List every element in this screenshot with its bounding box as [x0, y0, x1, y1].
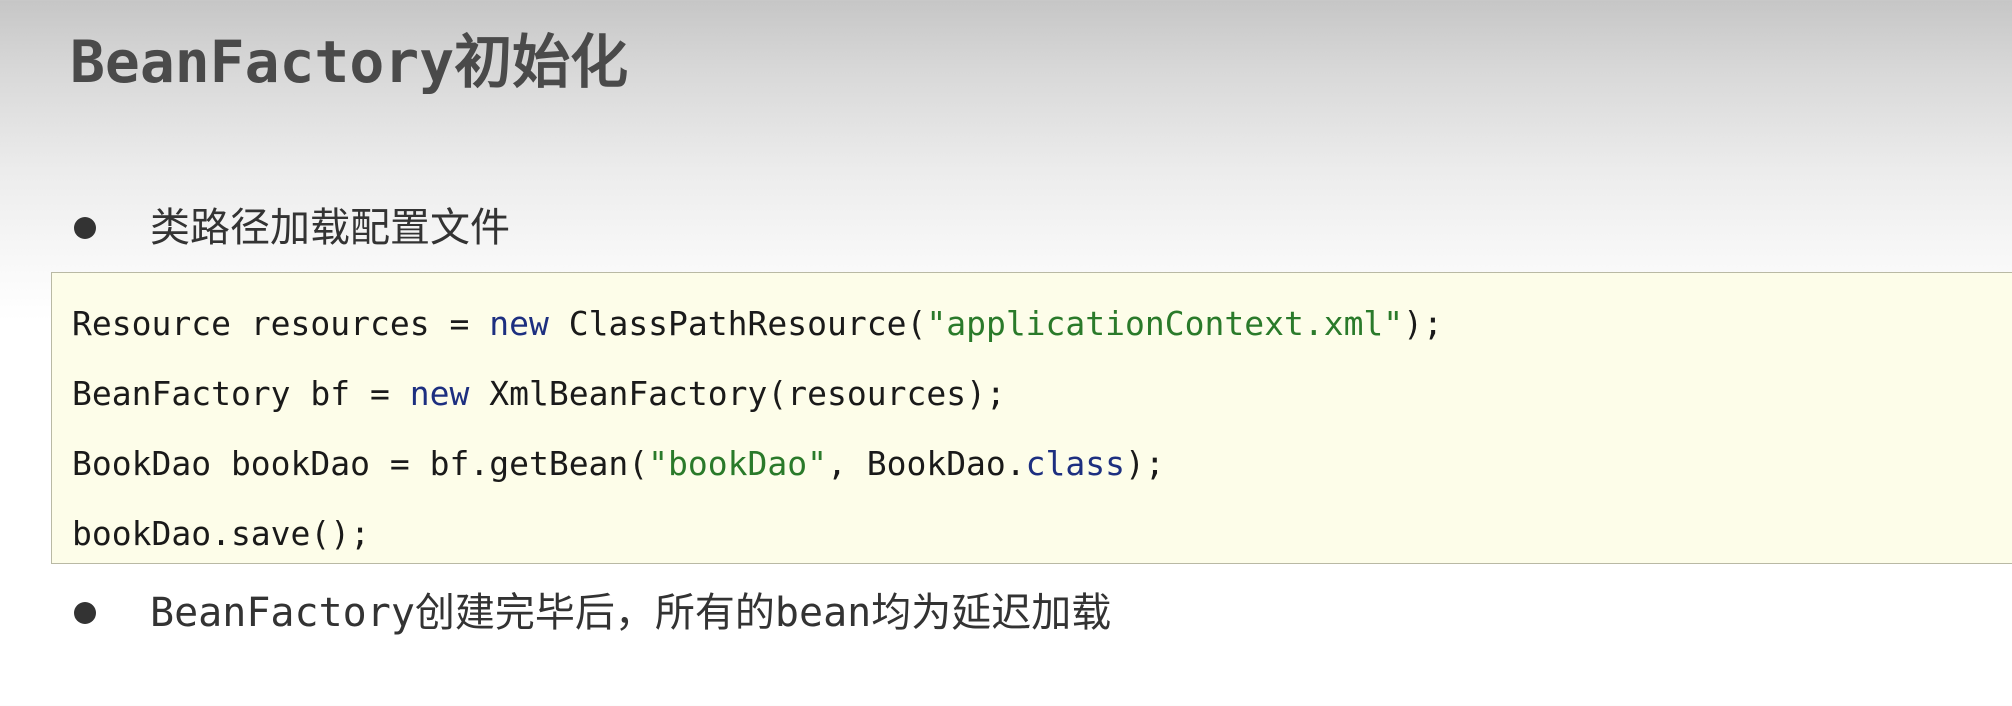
code-line-4: bookDao.save();	[72, 499, 2012, 569]
code-keyword-new: new	[409, 374, 470, 413]
code-token: BeanFactory bf =	[72, 374, 410, 413]
bullet-dot-icon	[74, 217, 96, 239]
code-string: "applicationContext.xml"	[926, 304, 1404, 343]
bullet-item-lazy-loading: BeanFactory创建完毕后，所有的bean均为延迟加载	[74, 583, 1111, 643]
code-block: Resource resources = new ClassPathResour…	[51, 272, 2012, 564]
code-line-1: Resource resources = new ClassPathResour…	[72, 289, 2012, 359]
code-token: BookDao bookDao = bf.getBean(	[72, 444, 649, 483]
code-token: , BookDao.	[826, 444, 1026, 483]
bullet-dot-icon	[74, 602, 96, 624]
bullet-text: 类路径加载配置文件	[150, 205, 510, 251]
code-token: );	[1403, 304, 1443, 343]
bullet-item-classpath: 类路径加载配置文件	[74, 198, 510, 258]
code-line-3: BookDao bookDao = bf.getBean("bookDao", …	[72, 429, 2012, 499]
code-token: );	[1125, 444, 1165, 483]
code-string: "bookDao"	[648, 444, 827, 483]
slide-title: BeanFactory初始化	[70, 28, 629, 96]
code-token: Resource resources =	[72, 304, 490, 343]
code-keyword-new: new	[489, 304, 549, 343]
code-keyword-class: class	[1025, 444, 1126, 483]
bullet-text: BeanFactory创建完毕后，所有的bean均为延迟加载	[150, 590, 1112, 636]
code-token: ClassPathResource(	[548, 304, 927, 343]
code-token: bookDao.save();	[72, 514, 371, 553]
code-token: XmlBeanFactory(resources);	[469, 374, 1006, 413]
code-line-2: BeanFactory bf = new XmlBeanFactory(reso…	[72, 359, 2012, 429]
